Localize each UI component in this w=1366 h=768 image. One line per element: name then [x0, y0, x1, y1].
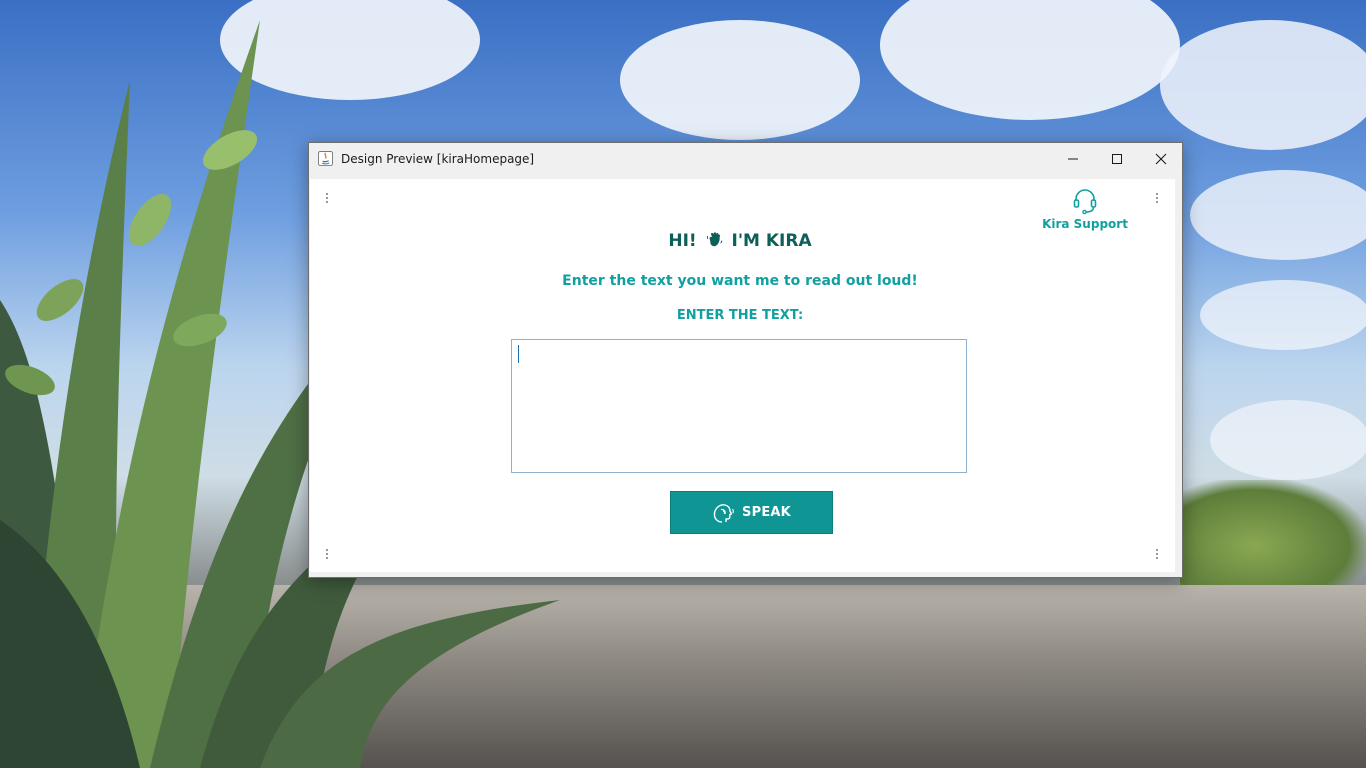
- app-window: Design Preview [kiraHomepage] Kira Suppo…: [308, 142, 1183, 578]
- wallpaper-cloud: [1190, 170, 1366, 260]
- java-app-icon: [318, 151, 333, 166]
- speak-button[interactable]: SPEAK: [670, 491, 833, 534]
- speaking-head-icon: [713, 503, 734, 523]
- resize-grip-bottom-left[interactable]: [325, 549, 329, 563]
- wallpaper-trees: [1180, 480, 1366, 590]
- maximize-button[interactable]: [1095, 143, 1139, 175]
- resize-grip-bottom-right[interactable]: [1155, 549, 1159, 563]
- wallpaper-cloud: [620, 20, 860, 140]
- main-panel: Kira Support HI! I'M KIRA Enter the text…: [310, 179, 1175, 572]
- maximize-icon: [1112, 154, 1122, 164]
- wallpaper-cloud: [880, 0, 1180, 120]
- title-bar[interactable]: Design Preview [kiraHomepage]: [309, 143, 1182, 177]
- minimize-button[interactable]: [1051, 143, 1095, 175]
- waving-hand-icon: [706, 232, 722, 247]
- greeting-suffix: I'M KIRA: [731, 231, 812, 251]
- wallpaper-cloud: [1200, 280, 1366, 350]
- enter-text-label: ENTER THE TEXT:: [676, 308, 804, 323]
- window-title: Design Preview [kiraHomepage]: [341, 152, 535, 166]
- headset-icon: [1073, 189, 1097, 215]
- text-input-area[interactable]: [511, 339, 967, 473]
- close-button[interactable]: [1139, 143, 1183, 175]
- wallpaper-cloud: [1160, 20, 1366, 150]
- close-icon: [1155, 153, 1167, 165]
- instruction-text: Enter the text you want me to read out l…: [562, 273, 918, 289]
- greeting-prefix: HI!: [668, 231, 697, 251]
- speak-button-label: SPEAK: [742, 505, 791, 520]
- wallpaper-cloud: [1210, 400, 1366, 480]
- greeting-heading: HI! I'M KIRA: [590, 231, 890, 251]
- text-cursor: [518, 345, 519, 363]
- resize-grip-top-right[interactable]: [1155, 193, 1159, 207]
- kira-support-link[interactable]: Kira Support: [1037, 187, 1133, 231]
- kira-support-label: Kira Support: [1042, 217, 1128, 231]
- resize-grip-top-left[interactable]: [325, 193, 329, 207]
- minimize-icon: [1068, 158, 1078, 160]
